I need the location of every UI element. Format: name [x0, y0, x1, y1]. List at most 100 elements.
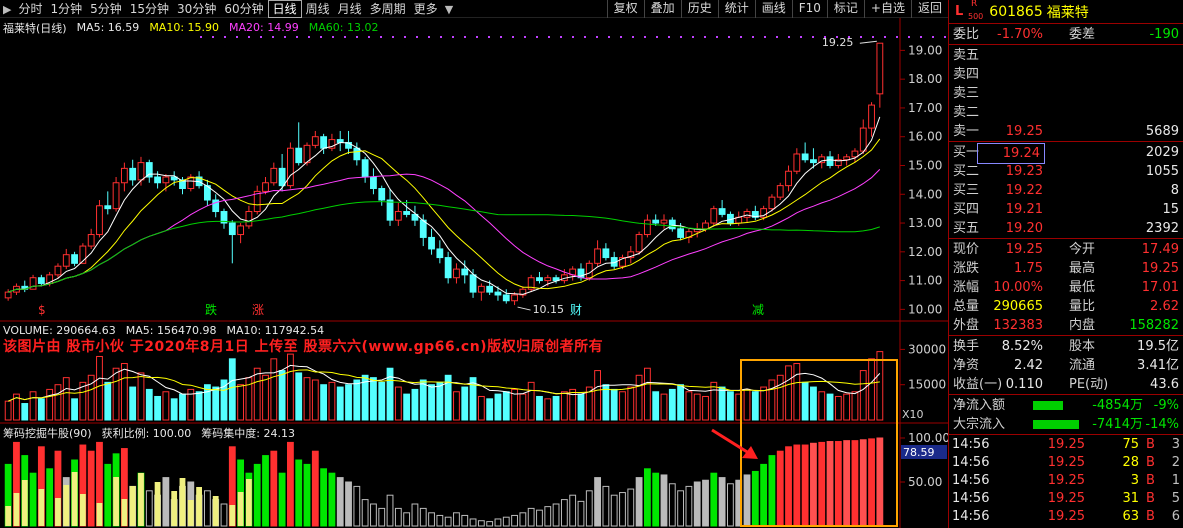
chip-bar — [727, 483, 734, 527]
toolbar-button[interactable]: 返回 — [910, 0, 948, 18]
chip-bar — [361, 499, 369, 527]
row-label: 卖一 — [953, 124, 980, 139]
chip-bar — [702, 479, 709, 527]
volume-bar — [370, 377, 377, 421]
candle-body — [87, 234, 95, 247]
sell-level-row: 卖三 — [949, 84, 1183, 103]
volume-bar — [345, 384, 352, 421]
volume-bar — [876, 351, 884, 421]
chip-bar — [560, 499, 568, 527]
toolbar-button[interactable]: 历史 — [680, 0, 718, 18]
volume-bar — [751, 391, 759, 421]
chip-bar — [46, 468, 54, 527]
period-tab[interactable]: 60分钟 — [220, 0, 267, 18]
dotted-marker — [296, 36, 298, 38]
row-value: -1.70% — [997, 27, 1043, 42]
chip-bar — [353, 485, 361, 527]
row-label-2: 今开 — [1069, 242, 1096, 257]
volume-bar — [643, 367, 651, 421]
toolbar-button[interactable]: +自选 — [863, 0, 911, 18]
kline-chart-svg[interactable]: 19.00 18.00 17.00 16.00 15.00 14.00 13.00 12.00… — [0, 18, 948, 528]
chip-bar — [436, 514, 444, 527]
low-arrow — [517, 306, 531, 311]
chip-bar — [453, 512, 460, 527]
chip-bar — [743, 474, 751, 527]
period-tab[interactable]: 多周期 — [366, 0, 410, 18]
dotted-marker — [908, 36, 910, 38]
volume-bar — [469, 377, 477, 421]
candle-body — [876, 42, 884, 95]
stock-name[interactable]: 福莱特 — [1047, 2, 1089, 22]
stat-row: 换手 8.52% 股本 19.5亿 — [949, 337, 1183, 356]
toolbar-button[interactable]: 复权 — [606, 0, 644, 18]
chip-bar — [87, 450, 95, 527]
separator — [949, 434, 1183, 435]
volume-bar — [419, 379, 427, 421]
period-tab[interactable]: 更多 — [410, 0, 442, 18]
row-label-2: 委差 — [1069, 27, 1096, 42]
chip-bar — [627, 488, 635, 527]
dotted-marker — [356, 36, 358, 38]
period-tab[interactable]: 5分钟 — [86, 0, 126, 18]
period-tab[interactable]: 日线 — [267, 0, 302, 18]
toolbar-button[interactable]: F10 — [791, 0, 827, 18]
chip-bar — [287, 441, 294, 527]
period-tab[interactable]: 周线 — [302, 0, 334, 18]
candle-body — [154, 176, 161, 184]
price-tick-label: 17.00 — [908, 101, 942, 115]
chip-bar — [403, 512, 411, 527]
chip-bar — [519, 512, 527, 527]
period-tabs: ▶ 分时 1分钟 5分钟 15分钟 30分钟 60分钟 日线 周线 月线 多周期 更多 ▼ — [0, 0, 456, 18]
row-value-2: 5689 — [1145, 124, 1179, 139]
candle-body — [228, 222, 236, 236]
volume-bar — [170, 398, 178, 421]
dotted-marker — [224, 36, 226, 38]
toolbar-button[interactable]: 叠加 — [643, 0, 681, 18]
chip-bar — [203, 490, 211, 527]
toolbar-button[interactable]: 画线 — [754, 0, 792, 18]
tick-count: 6 — [1171, 509, 1180, 524]
period-tab[interactable]: 1分钟 — [46, 0, 86, 18]
volume-bar — [411, 388, 419, 421]
period-tab[interactable]: 月线 — [334, 0, 366, 18]
ma20-legend: MA20: 14.99 — [229, 21, 299, 34]
candle-body — [311, 136, 319, 146]
chip-yellow-bar — [13, 493, 20, 526]
period-tab[interactable]: 分时 — [14, 0, 46, 18]
volume-bar — [718, 386, 726, 421]
candle-body — [278, 167, 286, 187]
chart-area[interactable]: 19.00 18.00 17.00 16.00 15.00 14.00 13.00 12.00… — [0, 18, 948, 528]
row-value: 19.20 — [1005, 221, 1043, 236]
row-label: 卖五 — [953, 48, 980, 63]
separator — [949, 238, 1183, 239]
menu-icon[interactable]: ▶ — [0, 3, 14, 16]
period-tab[interactable]: 30分钟 — [173, 0, 220, 18]
tick-volume: 3 — [1130, 473, 1139, 488]
volume-bar — [801, 381, 809, 421]
candle-body — [743, 211, 751, 218]
volume-bar — [560, 391, 568, 421]
chip-tick-label: 100.00 — [908, 431, 948, 445]
chip-yellow-bar — [113, 477, 119, 526]
candle-body — [635, 234, 643, 253]
candle-body — [594, 248, 601, 264]
volume-bar — [627, 386, 635, 421]
toolbar-button[interactable]: 统计 — [717, 0, 755, 18]
row-label: 外盘 — [953, 318, 980, 333]
chip-yellow-bar — [38, 489, 45, 526]
chip-concentration: 筹码集中度: 24.13 — [201, 426, 295, 440]
chip-yellow-bar — [187, 500, 194, 526]
ma5-legend: MA5: 16.59 — [76, 21, 140, 34]
period-toolbar: ▶ 分时 1分钟 5分钟 15分钟 30分钟 60分钟 日线 周线 月线 多周期 更多 ▼ 复权 叠加 历史… — [0, 0, 948, 18]
toolbar-button[interactable]: 标记 — [826, 0, 864, 18]
stock-code[interactable]: 601865 — [989, 4, 1042, 20]
row-label-2: 内盘 — [1069, 318, 1096, 333]
candle-body — [386, 199, 394, 221]
volume-tick-label: 30000 — [908, 342, 946, 356]
tick-volume: 63 — [1122, 509, 1139, 524]
chip-yellow-bar — [229, 505, 236, 526]
dropdown-arrow-icon[interactable]: ▼ — [442, 3, 456, 16]
volume-bar — [851, 391, 859, 421]
period-tab[interactable]: 15分钟 — [126, 0, 173, 18]
chip-yellow-bar — [196, 487, 202, 526]
